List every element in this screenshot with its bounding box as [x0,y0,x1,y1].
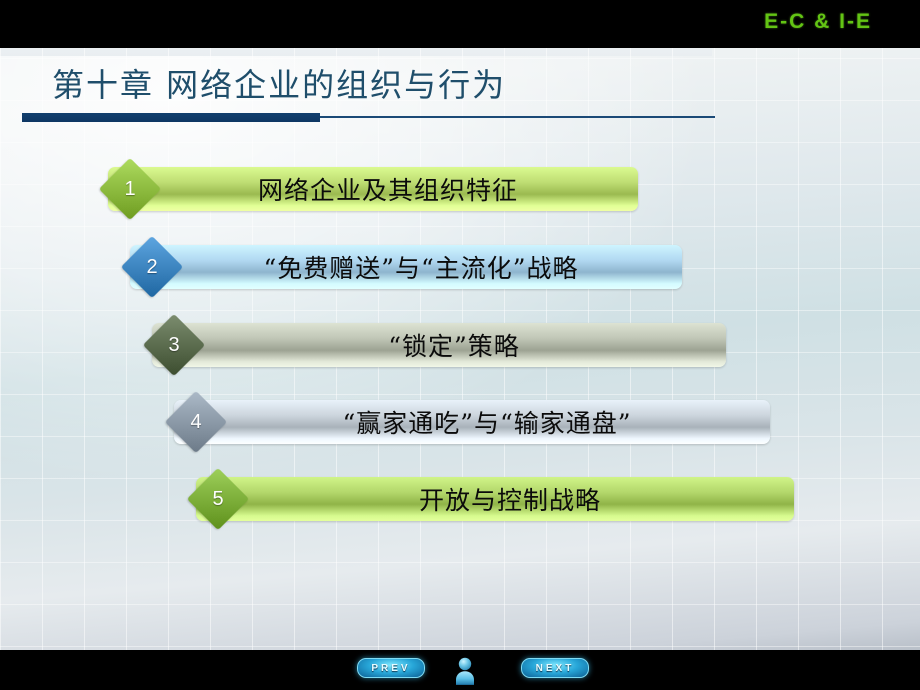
agenda-item-label: “赢家通吃”与“输家通盘” [342,409,632,438]
list-item[interactable]: “赢家通吃”与“输家通盘” 4 [164,390,770,454]
agenda-item-label: 开放与控制战略 [418,486,601,515]
user-avatar-icon[interactable] [452,656,478,686]
agenda-item-label: 网络企业及其组织特征 [257,176,518,205]
list-item[interactable]: 网络企业及其组织特征 1 [98,157,638,221]
agenda-number: 3 [168,333,180,356]
brand-label: E-C & I-E [764,10,872,33]
next-button[interactable]: NEXT [521,658,589,678]
list-item[interactable]: “锁定”策略 3 [142,313,726,377]
agenda-list: 网络企业及其组织特征 1 “免费赠送”与“主流化”战略 2 “锁定”策略 3 “… [0,0,920,634]
presentation-slide: E-C & I-E 第十章 网络企业的组织与行为 网络企业及其组织特征 1 “免… [0,0,920,690]
list-item[interactable]: “免费赠送”与“主流化”战略 2 [120,235,682,299]
agenda-number: 1 [124,177,136,200]
agenda-number: 2 [146,255,158,278]
agenda-item-label: “免费赠送”与“主流化”战略 [263,254,579,283]
agenda-item-label: “锁定”策略 [388,332,520,361]
prev-button[interactable]: PREV [357,658,425,678]
list-item[interactable]: 开放与控制战略 5 [186,467,794,531]
agenda-number: 5 [212,487,224,510]
agenda-number: 4 [190,410,202,433]
